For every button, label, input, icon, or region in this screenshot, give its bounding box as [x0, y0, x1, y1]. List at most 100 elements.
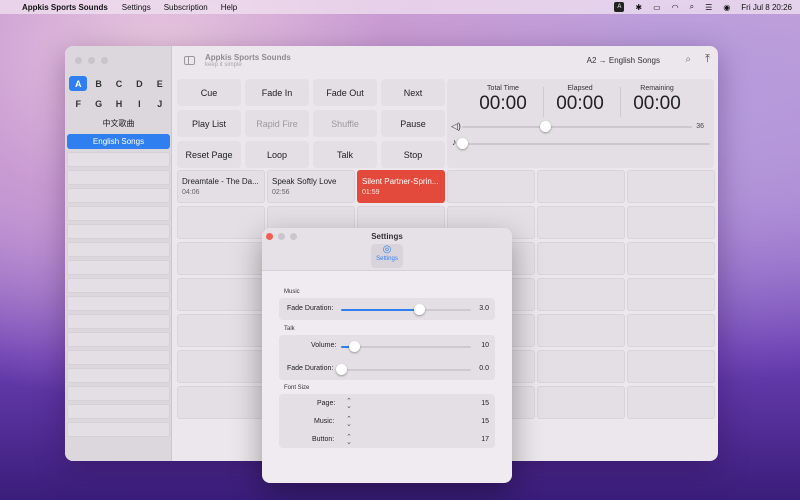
empty-song-slot[interactable]: [627, 170, 715, 203]
letter-bank-c[interactable]: C: [110, 76, 128, 91]
empty-song-slot[interactable]: [627, 206, 715, 239]
play-list-button[interactable]: Play List: [177, 110, 241, 137]
battery-icon[interactable]: ▭: [653, 3, 661, 12]
page-item-english-songs[interactable]: English Songs: [67, 134, 170, 149]
minimize-window-button[interactable]: [88, 57, 95, 64]
talk-volume-slider-track[interactable]: [341, 346, 471, 348]
pause-button[interactable]: Pause: [381, 110, 445, 137]
stop-button[interactable]: Stop: [381, 141, 445, 168]
bluetooth-icon[interactable]: ✱: [635, 3, 642, 12]
empty-song-slot[interactable]: [177, 386, 265, 419]
page-item-chinese-songs[interactable]: 中文歌曲: [67, 116, 170, 131]
menu-help[interactable]: Help: [221, 3, 237, 12]
empty-song-slot[interactable]: [537, 314, 625, 347]
empty-page-slot[interactable]: [67, 368, 170, 383]
music-fade-slider-knob[interactable]: [414, 304, 425, 315]
empty-page-slot[interactable]: [67, 152, 170, 167]
empty-page-slot[interactable]: [67, 206, 170, 221]
empty-song-slot[interactable]: [177, 350, 265, 383]
cue-button[interactable]: Cue: [177, 79, 241, 106]
app-menu[interactable]: Appkis Sports Sounds: [22, 3, 108, 12]
empty-song-slot[interactable]: [177, 314, 265, 347]
empty-page-slot[interactable]: [67, 170, 170, 185]
empty-song-slot[interactable]: [627, 314, 715, 347]
empty-page-slot[interactable]: [67, 242, 170, 257]
letter-bank-e[interactable]: E: [151, 76, 169, 91]
talk-volume-row: Volume: 10: [279, 336, 495, 356]
menu-settings[interactable]: Settings: [122, 3, 151, 12]
empty-song-slot[interactable]: [177, 206, 265, 239]
volume-slider-track[interactable]: [462, 126, 692, 128]
empty-song-slot[interactable]: [537, 278, 625, 311]
empty-song-slot[interactable]: [627, 350, 715, 383]
song-tile[interactable]: Speak Softly Love 02:56: [267, 170, 355, 203]
fade-in-button[interactable]: Fade In: [245, 79, 309, 106]
empty-page-slot[interactable]: [67, 314, 170, 329]
song-duration: 02:56: [272, 189, 290, 196]
empty-song-slot[interactable]: [627, 386, 715, 419]
talk-fade-slider-knob[interactable]: [336, 364, 347, 375]
rapid-fire-button[interactable]: Rapid Fire: [245, 110, 309, 137]
letter-bank-f[interactable]: F: [69, 96, 87, 111]
zoom-window-button[interactable]: [101, 57, 108, 64]
empty-page-slot[interactable]: [67, 224, 170, 239]
letter-bank-b[interactable]: B: [89, 76, 107, 91]
tab-settings[interactable]: ◎ Settings: [371, 244, 403, 268]
empty-page-slot[interactable]: [67, 422, 170, 437]
menubar-clock[interactable]: Fri Jul 8 20:26: [741, 3, 792, 12]
empty-song-slot[interactable]: [537, 242, 625, 275]
song-tile-playing[interactable]: Silent Partner-Sprin... 01:59: [357, 170, 445, 203]
empty-song-slot[interactable]: [537, 386, 625, 419]
empty-song-slot[interactable]: [447, 170, 535, 203]
empty-page-slot[interactable]: [67, 404, 170, 419]
next-button[interactable]: Next: [381, 79, 445, 106]
control-center-icon[interactable]: ☰: [705, 3, 712, 12]
progress-slider-knob[interactable]: [457, 138, 468, 149]
wifi-icon[interactable]: ◠: [672, 3, 679, 12]
talk-button[interactable]: Talk: [313, 141, 377, 168]
menu-subscription[interactable]: Subscription: [164, 3, 208, 12]
empty-page-slot[interactable]: [67, 188, 170, 203]
loop-button[interactable]: Loop: [245, 141, 309, 168]
empty-song-slot[interactable]: [627, 278, 715, 311]
upload-icon[interactable]: ⤒: [705, 53, 710, 66]
progress-slider-track[interactable]: [462, 143, 710, 145]
empty-page-slot[interactable]: [67, 296, 170, 311]
empty-song-slot[interactable]: [177, 278, 265, 311]
spotlight-search-icon[interactable]: ⌕: [690, 2, 694, 12]
shuffle-button[interactable]: Shuffle: [313, 110, 377, 137]
empty-page-slot[interactable]: [67, 386, 170, 401]
empty-song-slot[interactable]: [177, 242, 265, 275]
letter-bank-i[interactable]: I: [130, 96, 148, 111]
settings-dialog-header: Settings ◎ Settings: [262, 228, 512, 271]
font-size-music-stepper[interactable]: ⌃ ⌄: [346, 416, 352, 428]
reset-page-button[interactable]: Reset Page: [177, 141, 241, 168]
font-size-page-stepper[interactable]: ⌃ ⌄: [346, 398, 352, 410]
letter-bank-j[interactable]: J: [151, 96, 169, 111]
talk-volume-value: 10: [481, 342, 489, 349]
keyboard-input-icon[interactable]: A: [614, 2, 625, 12]
empty-song-slot[interactable]: [537, 170, 625, 203]
search-icon[interactable]: ⌕: [685, 54, 691, 65]
empty-song-slot[interactable]: [627, 242, 715, 275]
siri-icon[interactable]: ◉: [723, 3, 730, 12]
music-fade-row: Fade Duration: 3.0: [279, 299, 495, 319]
empty-page-slot[interactable]: [67, 332, 170, 347]
volume-slider-knob[interactable]: [539, 121, 551, 132]
letter-bank-a[interactable]: A: [69, 76, 88, 91]
font-size-button-stepper[interactable]: ⌃ ⌄: [346, 434, 352, 446]
empty-page-slot[interactable]: [67, 278, 170, 293]
empty-song-slot[interactable]: [537, 350, 625, 383]
letter-bank-h[interactable]: H: [110, 96, 128, 111]
empty-page-slot[interactable]: [67, 260, 170, 275]
empty-page-slot[interactable]: [67, 350, 170, 365]
talk-fade-slider-track[interactable]: [341, 369, 471, 371]
sidebar-toggle-icon[interactable]: [184, 56, 195, 65]
letter-bank-g[interactable]: G: [89, 96, 107, 111]
fade-out-button[interactable]: Fade Out: [313, 79, 377, 106]
empty-song-slot[interactable]: [537, 206, 625, 239]
talk-volume-slider-knob[interactable]: [349, 341, 360, 352]
letter-bank-d[interactable]: D: [130, 76, 148, 91]
song-tile[interactable]: Dreamtale - The Da... 04:06: [177, 170, 265, 203]
close-window-button[interactable]: [75, 57, 82, 64]
